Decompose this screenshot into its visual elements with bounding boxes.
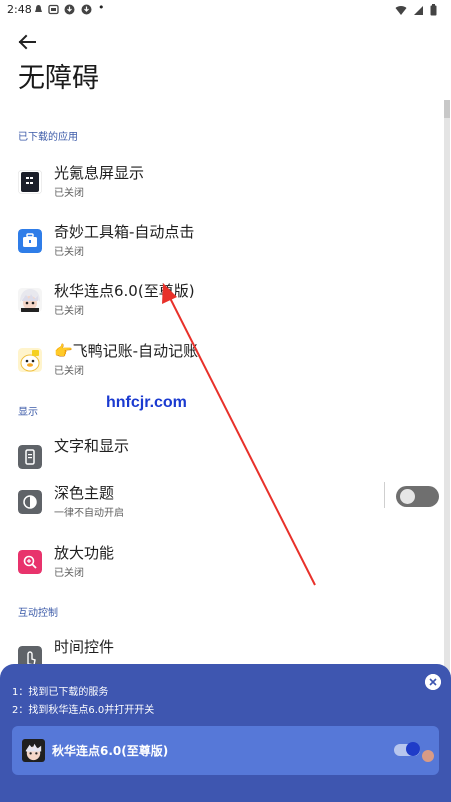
app-name: 光氪息屏显示: [54, 164, 145, 182]
item-name: 文字和显示: [54, 437, 130, 455]
notification-icon: [35, 5, 42, 12]
guide-sheet: 1：找到已下载的服务 2：找到秋华连点6.0并打开开关 秋华连点6.0(至尊版): [0, 664, 451, 802]
section-display: 显示: [18, 407, 38, 418]
guide-app-name: 秋华连点6.0(至尊版): [52, 744, 169, 758]
download-icon: [64, 4, 75, 15]
signal-icon: [414, 5, 423, 15]
list-item-app[interactable]: 秋华连点6.0(至尊版) 已关闭: [0, 278, 440, 334]
list-item-app[interactable]: 👉飞鸭记账-自动记账 已关闭: [0, 338, 440, 394]
status-time: 2:48: [7, 3, 32, 16]
text-display-icon: [18, 445, 42, 469]
section-interaction: 互动控制: [18, 608, 58, 619]
item-name: 放大功能: [54, 544, 115, 562]
battery-icon: [430, 4, 437, 16]
row-divider: [384, 482, 385, 508]
app-name: 奇妙工具箱-自动点击: [54, 223, 195, 241]
app-name: 👉飞鸭记账-自动记账: [54, 342, 199, 360]
status-bar: 2:48 •: [0, 0, 451, 20]
close-icon[interactable]: [425, 674, 441, 690]
anime-avatar-icon: [18, 288, 42, 312]
magnify-icon: [18, 550, 42, 574]
app-name: 秋华连点6.0(至尊版): [54, 282, 195, 300]
item-name: 时间控件: [54, 638, 115, 656]
message-icon: [48, 4, 59, 15]
wifi-icon: [395, 5, 407, 15]
list-item-app[interactable]: 光氪息屏显示 已关闭: [0, 160, 440, 216]
download-icon: [81, 4, 92, 15]
toolbox-app-icon: [18, 229, 42, 253]
watermark-text: hnfcjr.com: [106, 394, 187, 411]
list-item-dark-theme[interactable]: 深色主题 一律不自动开启: [0, 480, 440, 536]
duck-app-icon: [18, 348, 42, 372]
app-status: 已关闭: [54, 306, 84, 317]
dark-theme-icon: [18, 490, 42, 514]
scrollbar-thumb[interactable]: [444, 100, 450, 118]
anime-avatar-icon: [22, 739, 45, 762]
clock-app-icon: [18, 170, 42, 194]
scrollbar-track[interactable]: [444, 100, 450, 680]
item-name: 深色主题: [54, 484, 115, 502]
item-status: 已关闭: [54, 568, 84, 579]
status-right: [395, 4, 437, 16]
page-title: 无障碍: [18, 63, 99, 94]
app-status: 已关闭: [54, 188, 84, 199]
dark-theme-toggle[interactable]: [396, 486, 439, 507]
touch-indicator: [422, 750, 434, 762]
app-status: 已关闭: [54, 247, 84, 258]
toggle-knob: [400, 489, 415, 504]
list-item-magnification[interactable]: 放大功能 已关闭: [0, 540, 440, 596]
status-dot: •: [98, 1, 105, 14]
app-status: 已关闭: [54, 366, 84, 377]
list-item-app[interactable]: 奇妙工具箱-自动点击 已关闭: [0, 219, 440, 275]
guide-app-card[interactable]: 秋华连点6.0(至尊版): [12, 726, 439, 775]
back-arrow-icon[interactable]: [17, 33, 37, 51]
section-downloaded-apps: 已下载的应用: [18, 132, 78, 143]
guide-step-1: 1：找到已下载的服务: [12, 687, 109, 698]
guide-step-2: 2：找到秋华连点6.0并打开开关: [12, 705, 155, 716]
toggle-knob: [406, 742, 420, 756]
item-status: 一律不自动开启: [54, 508, 124, 519]
